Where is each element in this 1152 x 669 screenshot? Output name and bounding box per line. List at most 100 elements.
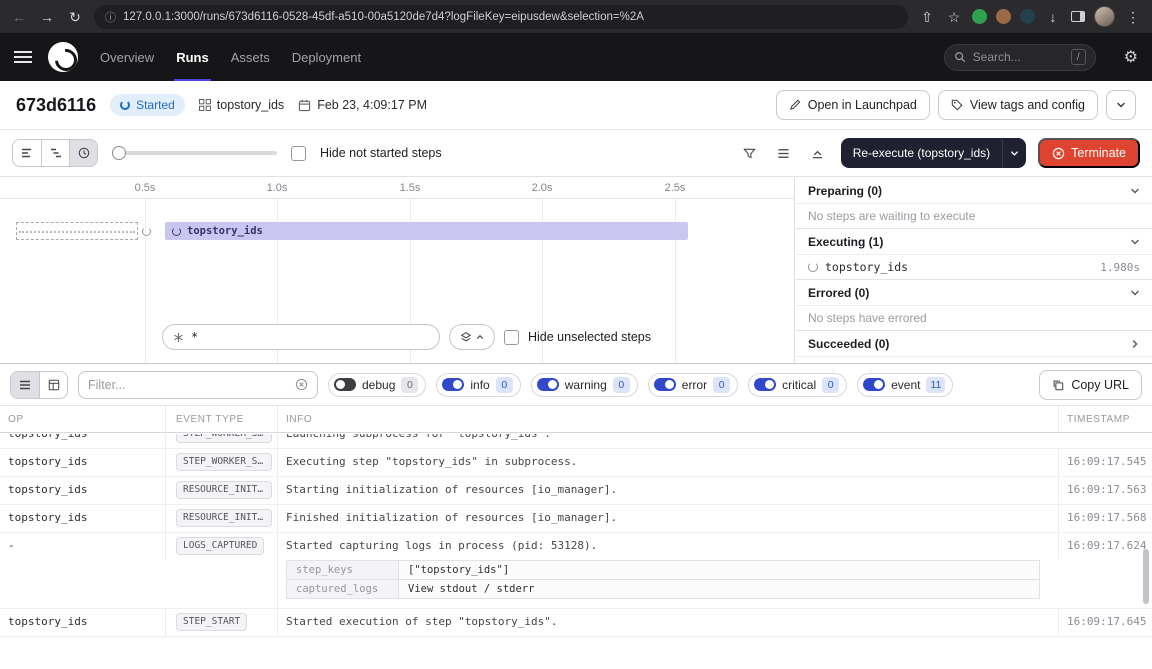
table-row[interactable]: topstory_ids STEP_WORKER_STARTING Launch… (0, 434, 1152, 449)
zoom-slider-track[interactable] (124, 151, 277, 155)
level-toggle-info[interactable]: info 0 (436, 373, 520, 397)
hamburger-menu-icon[interactable] (14, 51, 32, 63)
collapse-all-icon[interactable] (807, 142, 829, 164)
step-selector-input[interactable] (191, 330, 429, 344)
gantt-step-bar[interactable]: topstory_ids (165, 222, 688, 240)
job-name-item[interactable]: topstory_ids (199, 98, 284, 112)
run-id: 673d6116 (16, 95, 96, 116)
log-scrollbar-thumb[interactable] (1143, 549, 1149, 604)
reload-icon[interactable]: ↻ (66, 10, 84, 24)
back-icon[interactable]: ← (10, 10, 28, 24)
preparing-empty-text: No steps are waiting to execute (796, 204, 1152, 229)
log-event-cell: RESOURCE_INIT_STARTED (165, 477, 277, 504)
filter-funnel-icon[interactable] (739, 142, 761, 164)
gear-icon[interactable]: ⚙ (1124, 47, 1138, 67)
structured-log-view-icon[interactable] (11, 372, 39, 398)
log-op: - (0, 533, 165, 559)
nav-item-runs[interactable]: Runs (176, 50, 209, 65)
hide-not-started-checkbox[interactable] (291, 146, 306, 161)
toggle-switch[interactable] (334, 378, 356, 391)
toggle-switch[interactable] (442, 378, 464, 391)
event-type-chip: RESOURCE_INIT_SUCCESS (176, 509, 272, 527)
table-row[interactable]: topstory_ids STEP_WORKER_STARTED Executi… (0, 449, 1152, 477)
chevron-down-icon (1130, 186, 1140, 196)
log-info-cell: Finished initialization of resources [io… (277, 505, 1058, 531)
view-stdout-stderr-link[interactable]: View stdout / stderr (399, 580, 1040, 599)
reexecute-button[interactable]: Re-execute (topstory_ids) (841, 138, 1026, 168)
reexecute-label[interactable]: Re-execute (topstory_ids) (841, 138, 1002, 168)
table-row[interactable]: topstory_ids STEP_START Started executio… (0, 609, 1152, 637)
dagster-logo[interactable] (48, 42, 78, 72)
axis-tick: 1.0s (267, 182, 288, 194)
log-view-toggle (10, 371, 68, 399)
forward-icon[interactable]: → (38, 10, 56, 24)
toggle-switch[interactable] (537, 378, 559, 391)
log-op: topstory_ids (0, 609, 165, 635)
table-row[interactable]: topstory_ids RESOURCE_INIT_STARTED Start… (0, 477, 1152, 505)
log-toolbar: debug 0 info 0 warning 0 error 0 critica… (0, 364, 1152, 406)
log-info-cell: Executing step "topstory_ids" in subproc… (277, 449, 1058, 475)
log-filter[interactable] (78, 371, 318, 399)
side-panel-icon[interactable] (1071, 11, 1085, 22)
run-header-more-button[interactable] (1106, 90, 1136, 120)
raw-log-view-icon[interactable] (39, 372, 67, 398)
level-toggle-error[interactable]: error 0 (648, 373, 738, 397)
reexecute-dropdown-caret[interactable] (1002, 138, 1026, 168)
toggle-switch[interactable] (754, 378, 776, 391)
graph-query-toggle-button[interactable] (449, 324, 495, 350)
level-count-badge: 0 (496, 377, 513, 393)
view-tags-config-button[interactable]: View tags and config (938, 90, 1098, 120)
level-toggle-warning[interactable]: warning 0 (531, 373, 638, 397)
extension-icon[interactable] (996, 9, 1011, 24)
gantt-toolbar-right: Re-execute (topstory_ids) Terminate (739, 138, 1140, 168)
nav-item-deployment[interactable]: Deployment (292, 50, 361, 65)
job-name: topstory_ids (217, 98, 284, 112)
zoom-slider[interactable] (112, 146, 277, 160)
step-selector[interactable] (162, 324, 440, 350)
extension-icon[interactable] (1020, 9, 1035, 24)
terminate-button[interactable]: Terminate (1038, 138, 1140, 168)
timed-view-icon[interactable] (69, 140, 97, 166)
nav-item-overview[interactable]: Overview (100, 50, 154, 65)
section-title: Executing (1) (808, 235, 883, 249)
extension-icon[interactable] (972, 9, 987, 24)
open-in-launchpad-button[interactable]: Open in Launchpad (776, 90, 930, 120)
log-filter-input[interactable] (88, 378, 289, 392)
waterfall-view-icon[interactable] (41, 140, 69, 166)
nav-item-assets[interactable]: Assets (231, 50, 270, 65)
log-event-cell: STEP_WORKER_STARTING (165, 434, 277, 448)
column-header-timestamp: TIMESTAMP (1058, 406, 1152, 432)
section-executing[interactable]: Executing (1) (796, 229, 1152, 255)
run-header: 673d6116 Started topstory_ids Feb 23, 4:… (0, 81, 1152, 130)
global-search[interactable]: Search... / (944, 44, 1096, 71)
table-row[interactable]: - LOGS_CAPTURED Started capturing logs i… (0, 533, 1152, 609)
level-label: event (891, 378, 920, 392)
nav-links: Overview Runs Assets Deployment (100, 50, 361, 65)
browser-profile-avatar[interactable] (1094, 6, 1115, 27)
bookmark-star-icon[interactable]: ☆ (945, 10, 963, 24)
share-icon[interactable]: ⇧ (918, 10, 936, 24)
row-density-icon[interactable] (773, 142, 795, 164)
log-timestamp: 16:09:17.645 (1058, 609, 1152, 635)
address-bar[interactable]: ⓘ 127.0.0.1:3000/runs/673d6116-0528-45df… (94, 5, 908, 29)
level-toggle-critical[interactable]: critical 0 (748, 373, 847, 397)
level-toggle-event[interactable]: event 11 (857, 373, 953, 397)
copy-url-button[interactable]: Copy URL (1039, 370, 1142, 400)
section-errored[interactable]: Errored (0) (796, 280, 1152, 306)
browser-menu-icon[interactable]: ⋮ (1124, 10, 1142, 24)
hide-unselected-checkbox[interactable] (504, 330, 519, 345)
clear-filter-icon[interactable] (295, 378, 308, 391)
level-toggle-debug[interactable]: debug 0 (328, 373, 426, 397)
table-row[interactable]: topstory_ids RESOURCE_INIT_SUCCESS Finis… (0, 505, 1152, 533)
toggle-switch[interactable] (654, 378, 676, 391)
status-label: Started (136, 98, 175, 112)
section-preparing[interactable]: Preparing (0) (796, 178, 1152, 204)
spinner-icon (808, 262, 818, 272)
downloads-icon[interactable]: ↓ (1044, 10, 1062, 24)
zoom-slider-knob[interactable] (112, 146, 126, 160)
page-info-icon[interactable]: ⓘ (105, 9, 116, 25)
flat-view-icon[interactable] (13, 140, 41, 166)
toggle-switch[interactable] (863, 378, 885, 391)
executing-step-row[interactable]: topstory_ids 1.980s (796, 255, 1152, 280)
section-succeeded[interactable]: Succeeded (0) (796, 331, 1152, 357)
